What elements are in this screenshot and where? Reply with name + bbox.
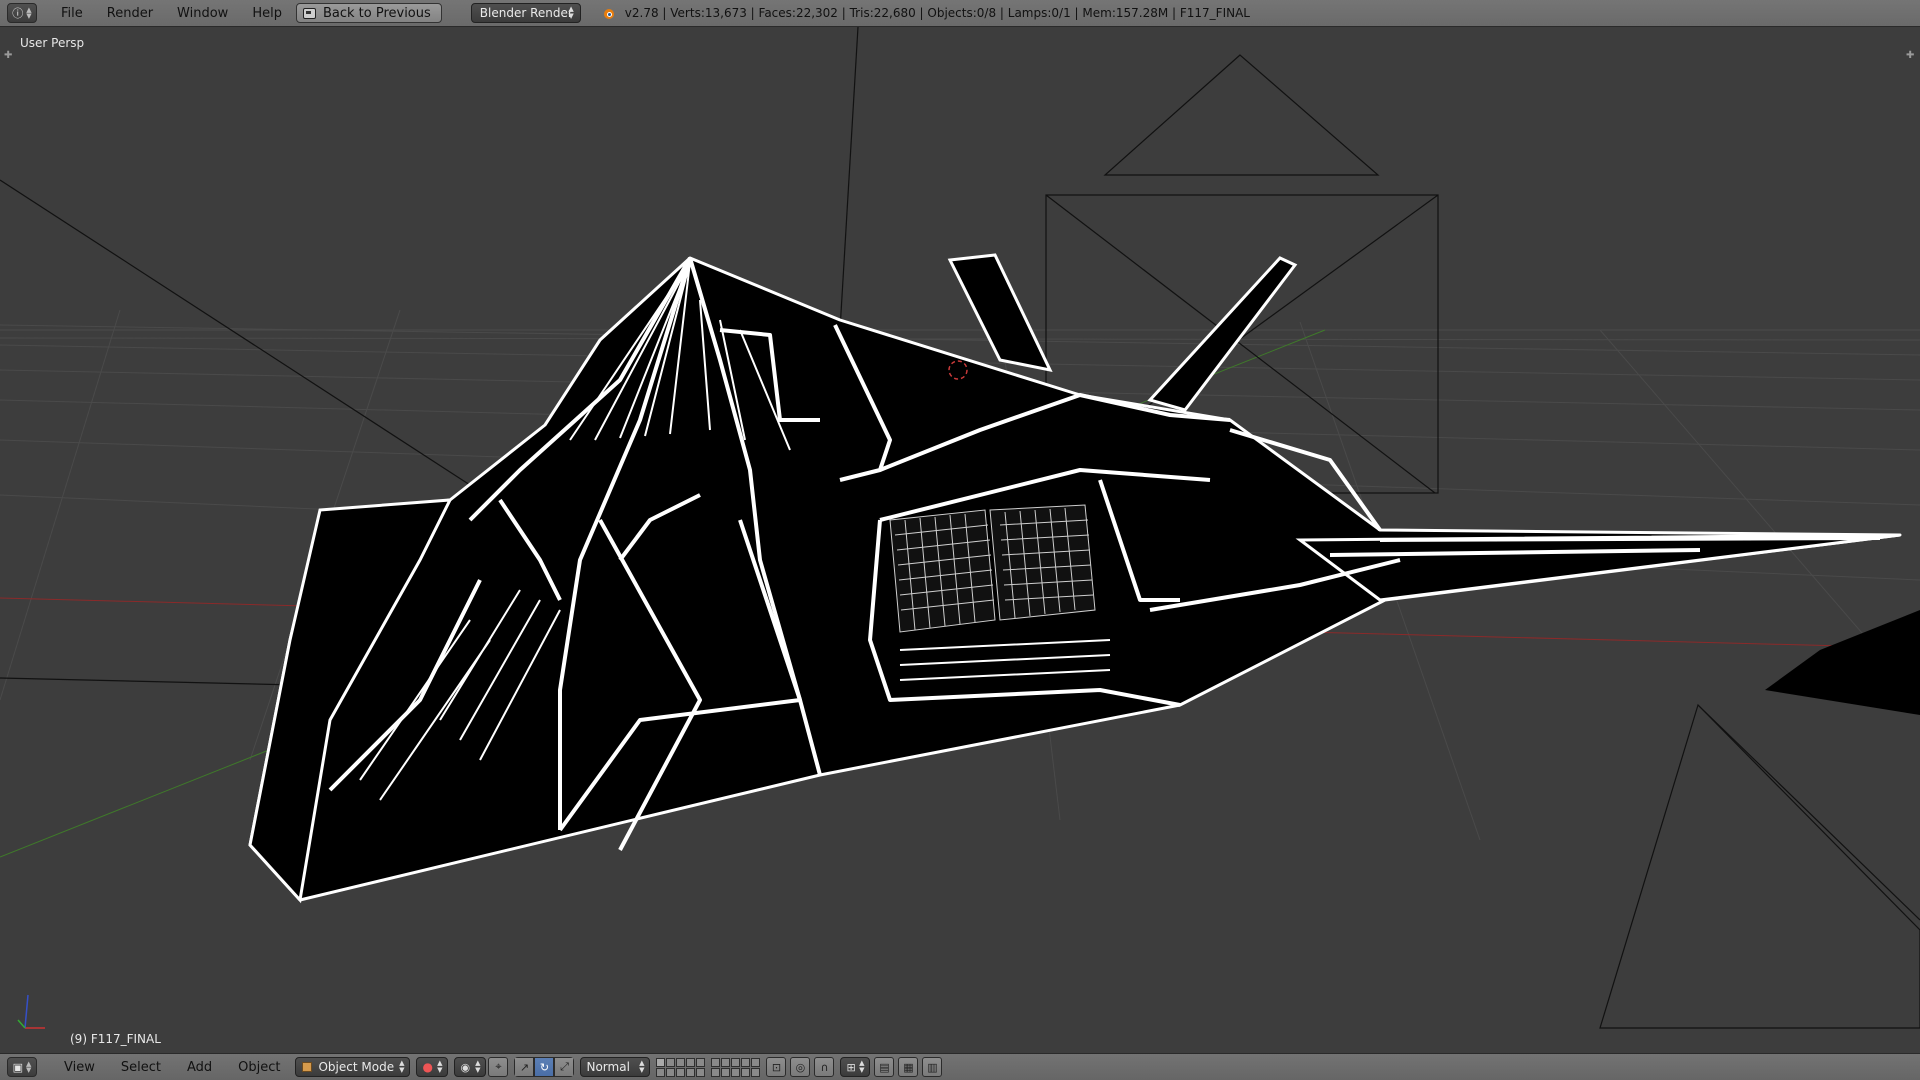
dropdown-arrows-icon: ▲ ▼ (568, 5, 574, 20)
opengl-render-animation-button[interactable]: ▦ (898, 1057, 919, 1077)
wing-fragment (1765, 610, 1920, 715)
info-header: ⓘ ▲ ▼ File Render Window Help Back to Pre… (0, 0, 1920, 27)
film-icon: ▦ (903, 1060, 914, 1074)
pivot-point-select[interactable]: ◉ ▲ ▼ (454, 1057, 487, 1077)
menu-help[interactable]: Help (240, 6, 294, 21)
layer-buttons-group-2[interactable] (711, 1057, 761, 1077)
render-engine-select[interactable]: Blender Render ▲ ▼ (470, 3, 581, 23)
menu-add[interactable]: Add (174, 1060, 225, 1075)
render-engine-value: Blender Render (479, 6, 573, 20)
rotate-icon: ↻ (539, 1060, 550, 1074)
screen-back-icon (302, 7, 316, 19)
snap-increment-icon: ⊞ (846, 1060, 856, 1074)
info-icon: ⓘ (12, 6, 24, 20)
object-cube-icon (302, 1062, 313, 1072)
dropdown-arrows-icon: ▲ ▼ (475, 1059, 481, 1074)
interaction-mode-value: Object Mode (318, 1060, 395, 1074)
main-menu: File Render Window Help (49, 6, 294, 21)
menu-view[interactable]: View (51, 1060, 108, 1075)
snap-element-select[interactable]: ⊞ ▲ ▼ (840, 1057, 871, 1077)
opengl-render-button[interactable]: ▤ (874, 1057, 895, 1077)
lock-icon: ⊡ (771, 1060, 782, 1074)
editor-type-selector-3d[interactable]: ▣ ▲ ▼ (7, 1057, 37, 1077)
scale-icon: ⤢ (560, 1060, 569, 1073)
menu-select[interactable]: Select (108, 1060, 174, 1075)
rotate-manipulator-button[interactable]: ↻ (534, 1057, 555, 1077)
scene-statistics: v2.78 | Verts:13,673 | Faces:22,302 | Tr… (624, 6, 1250, 20)
axis-gizmo (17, 994, 45, 1029)
transform-orientation-select[interactable]: Normal ▲ ▼ (580, 1057, 651, 1077)
camera-icon: ▤ (879, 1060, 890, 1074)
manipulator-icon: ⌖ (495, 1060, 502, 1073)
transform-manipulators: ↗ ↻ ⤢ (514, 1057, 575, 1077)
scale-manipulator-button[interactable]: ⤢ (554, 1057, 575, 1077)
manipulator-toggle-button[interactable]: ⌖ (488, 1057, 509, 1077)
dropdown-arrows-icon: ▲ ▼ (639, 1059, 645, 1074)
menu-object[interactable]: Object (225, 1060, 293, 1075)
3d-view-menu: View Select Add Object (51, 1060, 293, 1075)
lamp-wireframe (1599, 703, 1920, 1029)
view3d-icon: ▣ (12, 1060, 23, 1074)
translate-icon: ↗ (519, 1060, 530, 1074)
proportional-edit-button[interactable]: ◎ (790, 1057, 811, 1077)
dropdown-arrows-icon: ▲ ▼ (437, 1059, 443, 1074)
3d-viewport[interactable]: User Persp (9) F117_FINAL ✚ ✚ (0, 27, 1920, 1053)
back-to-previous-button[interactable]: Back to Previous (295, 3, 442, 23)
lock-camera-button[interactable]: ⊡ (766, 1057, 787, 1077)
menu-render[interactable]: Render (95, 6, 165, 21)
menu-window[interactable]: Window (165, 6, 240, 21)
transform-orientation-value: Normal (586, 1060, 630, 1074)
blender-logo-icon (601, 5, 617, 21)
render-preview-icon: ▥ (927, 1060, 938, 1074)
snap-toggle-button[interactable]: ∩ (814, 1057, 835, 1077)
f117-model (248, 253, 1902, 904)
region-expand-left-icon[interactable]: ✚ (4, 50, 12, 61)
pivot-icon: ◉ (460, 1060, 471, 1074)
layer-buttons-group-1[interactable] (656, 1057, 706, 1077)
viewport-shading-select[interactable]: ● ▲ ▼ (416, 1057, 449, 1077)
updown-arrows-icon: ▲ ▼ (26, 6, 32, 20)
editor-type-selector[interactable]: ⓘ ▲ ▼ (7, 3, 37, 23)
back-to-previous-label: Back to Previous (322, 5, 431, 21)
updown-arrows-icon: ▲ ▼ (26, 1060, 32, 1074)
region-expand-right-icon[interactable]: ✚ (1906, 50, 1914, 61)
guide-line (0, 179, 471, 486)
render-preview-button[interactable]: ▥ (922, 1057, 943, 1077)
magnet-icon: ∩ (820, 1060, 829, 1074)
dropdown-arrows-icon: ▲ ▼ (859, 1059, 865, 1074)
viewport-scene (0, 27, 1920, 1029)
proportional-icon: ◎ (795, 1060, 806, 1074)
dropdown-arrows-icon: ▲ ▼ (399, 1059, 405, 1074)
menu-file[interactable]: File (49, 6, 95, 21)
translate-manipulator-button[interactable]: ↗ (514, 1057, 535, 1077)
shading-sphere-icon: ● (422, 1060, 433, 1074)
active-object-label: (9) F117_FINAL (70, 1032, 161, 1046)
3d-view-header: ▣ ▲ ▼ View Select Add Object Object Mode … (0, 1053, 1920, 1080)
interaction-mode-select[interactable]: Object Mode ▲ ▼ (295, 1057, 411, 1077)
view-perspective-label: User Persp (20, 36, 85, 50)
camera-line (839, 27, 859, 331)
